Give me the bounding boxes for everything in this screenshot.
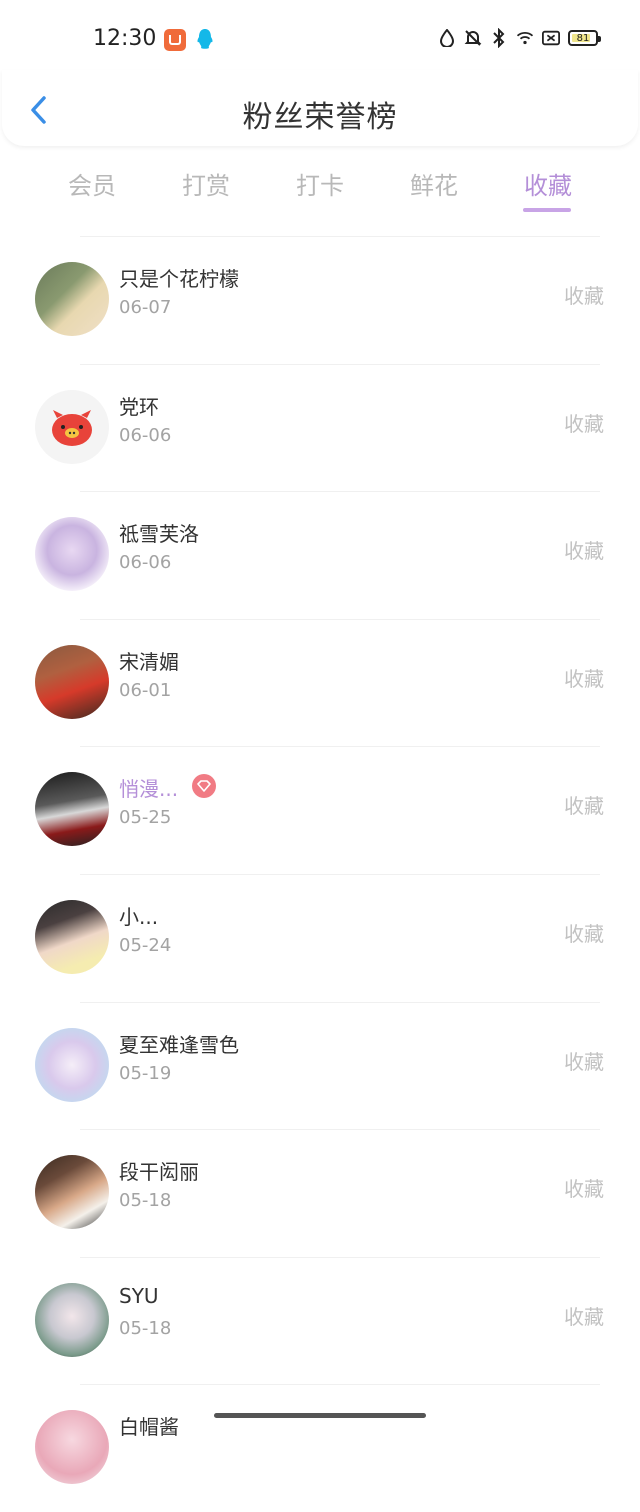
row-divider — [80, 1129, 600, 1131]
fan-name: 只是个花柠檬 — [119, 267, 239, 291]
row-divider — [80, 1384, 600, 1386]
row-divider — [80, 1256, 600, 1258]
fan-row[interactable]: 悄漫... 05-25 收藏 — [0, 746, 640, 874]
fan-date: 06-06 — [119, 424, 172, 446]
fan-name: 祗雪芙洛 — [119, 522, 199, 547]
fan-date: 05-19 — [119, 1062, 172, 1084]
fan-list: 只是个花柠檬 06-07 收藏 党环 06-06 收藏 祗雪芙洛 06-06 收… — [0, 236, 640, 1512]
battery-icon: 81 — [568, 30, 601, 46]
favorite-label: 收藏 — [564, 539, 604, 564]
favorite-label: 收藏 — [564, 666, 604, 691]
avatar[interactable] — [35, 517, 109, 592]
tab-flowers[interactable]: 鲜花 — [377, 166, 491, 201]
data-saver-icon — [438, 28, 456, 48]
mute-bell-icon — [464, 28, 482, 48]
fan-name: 小... — [119, 904, 159, 929]
bluetooth-icon — [490, 28, 508, 48]
fan-name: 宋清媚 — [119, 649, 179, 674]
avatar[interactable] — [35, 1282, 109, 1357]
fan-row[interactable]: SYU 05-18 收藏 — [0, 1256, 640, 1385]
avatar[interactable] — [35, 389, 109, 464]
status-icons: 81 — [438, 28, 601, 48]
avatar[interactable] — [35, 262, 109, 336]
vip-diamond-icon — [192, 774, 216, 799]
status-bar: 12:30 81 — [0, 0, 640, 80]
favorite-label: 收藏 — [564, 1304, 604, 1329]
fan-row[interactable]: 宋清媚 06-01 收藏 — [0, 618, 640, 747]
favorite-label: 收藏 — [564, 1177, 604, 1202]
tab-membership[interactable]: 会员 — [35, 166, 149, 201]
avatar[interactable] — [35, 1410, 109, 1485]
fan-date: 05-18 — [119, 1190, 172, 1212]
nav-header: 粉丝荣誉榜 — [2, 70, 638, 146]
fan-date: 06-07 — [119, 297, 172, 318]
row-divider — [80, 618, 600, 620]
tab-favorites[interactable]: 收藏 — [491, 166, 605, 201]
fan-row[interactable]: 只是个花柠檬 06-07 收藏 — [0, 236, 640, 364]
row-divider — [80, 491, 600, 493]
tab-bar: 会员 打赏 打卡 鲜花 收藏 — [35, 166, 605, 216]
fan-row[interactable]: 夏至难逢雪色 05-19 收藏 — [0, 1001, 640, 1130]
avatar[interactable] — [35, 899, 109, 974]
row-divider — [80, 236, 600, 237]
avatar[interactable] — [35, 644, 109, 719]
avatar[interactable] — [35, 1027, 109, 1102]
avatar[interactable] — [35, 772, 109, 847]
active-tab-indicator — [523, 208, 571, 212]
fan-date: 06-06 — [119, 552, 172, 574]
favorite-label: 收藏 — [564, 284, 604, 308]
fan-name: 段干闳丽 — [119, 1160, 199, 1185]
pig-face-icon — [52, 409, 92, 446]
tab-reward[interactable]: 打赏 — [149, 166, 263, 201]
fan-date: 05-24 — [119, 934, 172, 956]
fan-row[interactable]: 小... 05-24 收藏 — [0, 873, 640, 1002]
fan-row[interactable]: 祗雪芙洛 06-06 收藏 — [0, 491, 640, 619]
wifi-icon — [516, 28, 534, 48]
favorite-label: 收藏 — [564, 921, 604, 946]
favorite-label: 收藏 — [564, 794, 604, 819]
fan-name: 悄漫... — [119, 777, 179, 802]
row-divider — [80, 873, 600, 875]
fan-date: 05-18 — [119, 1317, 172, 1339]
fan-name: 夏至难逢雪色 — [119, 1032, 239, 1057]
favorite-label: 收藏 — [564, 411, 604, 436]
battery-level: 81 — [576, 32, 590, 44]
status-time: 12:30 — [93, 26, 157, 51]
fan-row[interactable]: 党环 06-06 收藏 — [0, 363, 640, 492]
row-divider — [80, 1001, 600, 1003]
favorite-label: 收藏 — [564, 1049, 604, 1074]
row-divider — [80, 363, 600, 365]
fan-name: SYU — [119, 1283, 159, 1308]
sim-disabled-icon — [542, 28, 560, 48]
avatar[interactable] — [35, 1155, 109, 1230]
fan-row[interactable]: 段干闳丽 05-18 收藏 — [0, 1129, 640, 1257]
book-app-icon — [164, 29, 186, 51]
fan-date: 06-01 — [119, 679, 172, 701]
fan-date: 05-25 — [119, 807, 172, 829]
home-indicator[interactable] — [214, 1413, 426, 1418]
tab-checkin[interactable]: 打卡 — [263, 166, 377, 201]
fan-row[interactable]: 白帽酱 — [0, 1384, 640, 1512]
fan-name: 白帽酱 — [119, 1415, 179, 1440]
page-title: 粉丝荣誉榜 — [242, 100, 398, 135]
fan-name: 党环 — [119, 394, 159, 419]
row-divider — [80, 746, 600, 748]
qq-app-icon — [197, 29, 213, 49]
